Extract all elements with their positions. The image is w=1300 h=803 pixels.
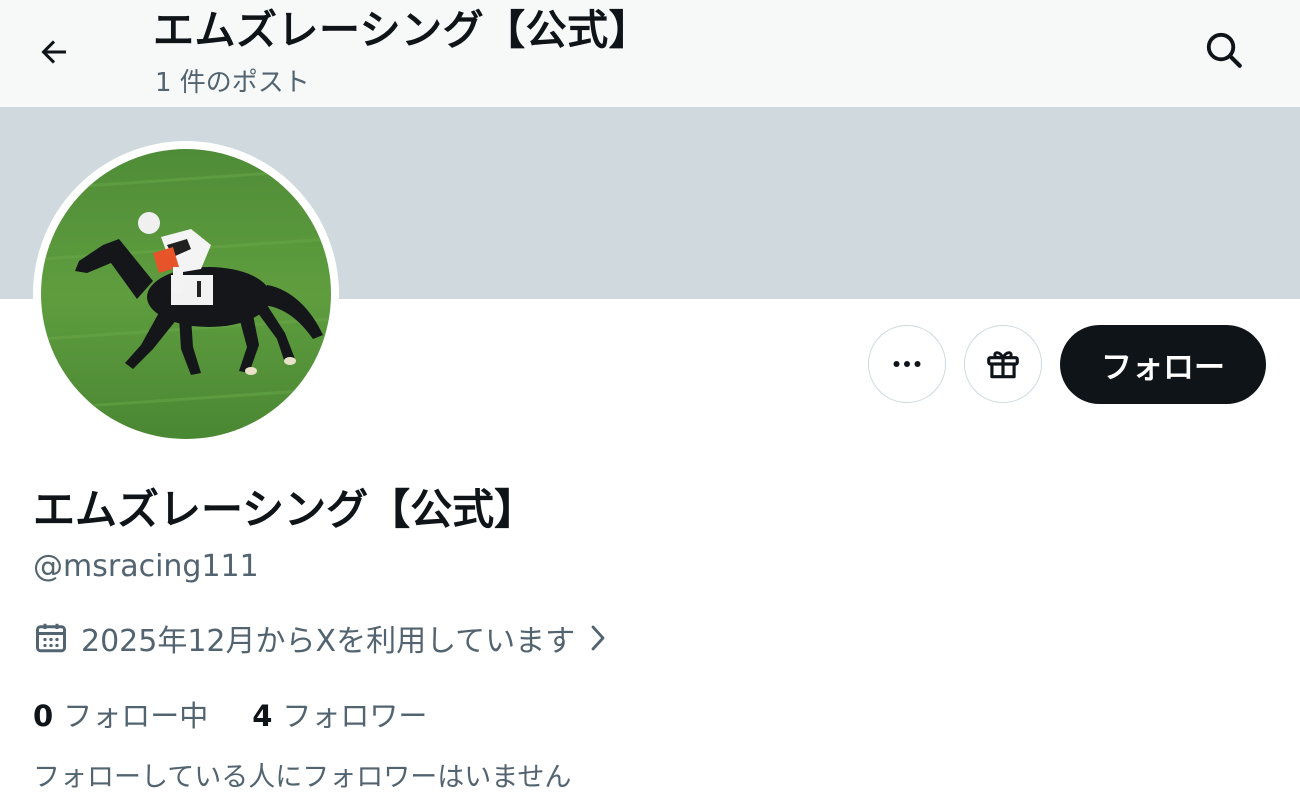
followers-count: 4 [252, 699, 273, 733]
joined-date[interactable]: 2025年12月からXを利用しています [33, 616, 609, 660]
header-title: エムズレーシング【公式】 [153, 6, 651, 54]
follow-button[interactable]: フォロー [1060, 325, 1266, 404]
handle: @msracing111 [33, 549, 259, 584]
more-icon [893, 361, 921, 367]
search-button[interactable] [1192, 18, 1256, 82]
arrow-left-icon [41, 40, 66, 64]
mutual-followers-note: フォローしている人にフォロワーはいません [33, 762, 572, 793]
following-label: フォロー中 [63, 699, 209, 733]
back-button[interactable] [22, 20, 86, 84]
calendar-icon [36, 623, 66, 653]
chevron-right-icon [591, 625, 605, 651]
follow-stats: 0 フォロー中 4 フォロワー [33, 692, 427, 736]
display-name: エムズレーシング【公式】 [33, 485, 537, 534]
post-count: 1 件のポスト [155, 68, 310, 98]
joined-text: 2025年12月からXを利用しています [81, 624, 576, 659]
more-button[interactable] [868, 325, 946, 403]
avatar[interactable] [33, 141, 339, 447]
following-count: 0 [33, 699, 54, 733]
followers-label: フォロワー [282, 699, 428, 733]
avatar-image [41, 149, 331, 439]
gift-button[interactable] [964, 325, 1042, 403]
gift-icon [987, 351, 1019, 379]
profile-page: エムズレーシング【公式】 1 件のポスト フォロー エムズレーシング【公式】 @… [0, 0, 1300, 803]
top-bar: エムズレーシング【公式】 1 件のポスト [0, 0, 1300, 107]
following-link[interactable]: 0 フォロー中 [33, 693, 208, 735]
search-icon [1206, 32, 1242, 68]
followers-link[interactable]: 4 フォロワー [252, 693, 427, 735]
